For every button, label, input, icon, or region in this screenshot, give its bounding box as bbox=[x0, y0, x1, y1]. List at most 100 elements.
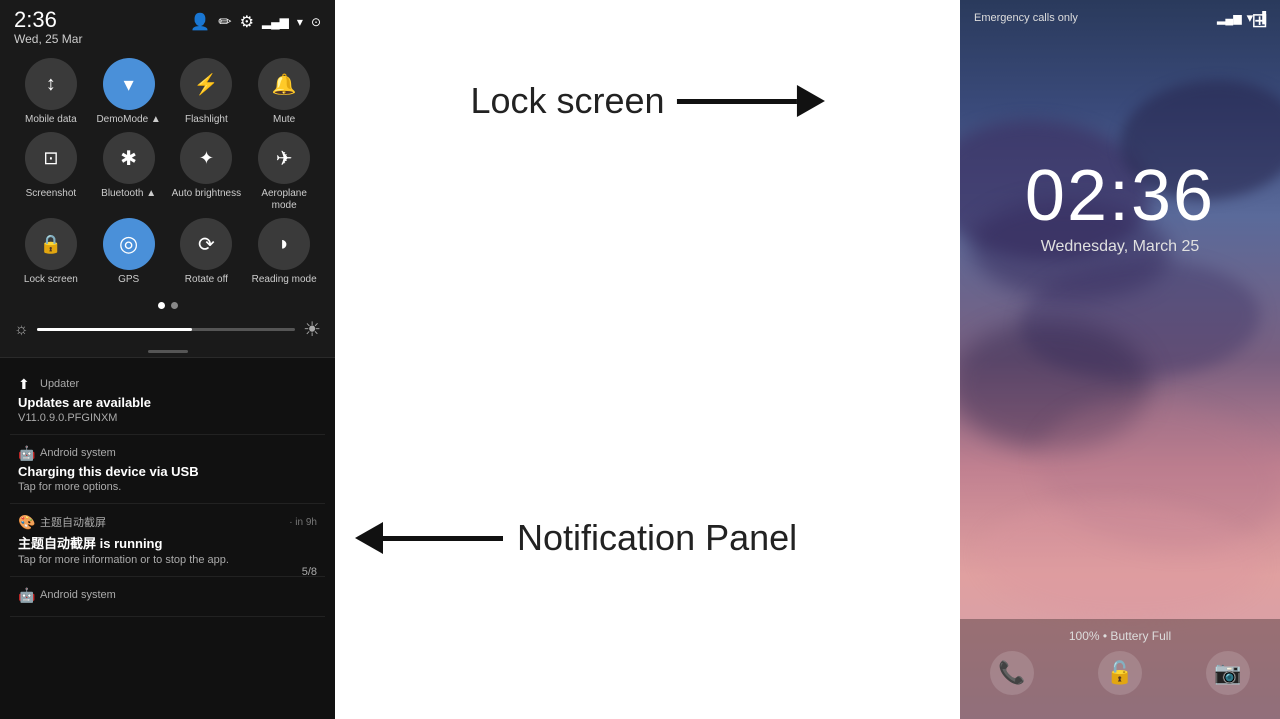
qs-tile-bluetooth[interactable]: ✱ Bluetooth ▲ bbox=[93, 132, 165, 212]
updater-app-name: Updater bbox=[40, 378, 79, 390]
qs-tile-screenshot[interactable]: ⊡ Screenshot bbox=[15, 132, 87, 212]
qs-row-2: ⊡ Screenshot ✱ Bluetooth ▲ ✦ Auto bright… bbox=[12, 132, 323, 212]
notification-updater[interactable]: ⬆ Updater Updates are available V11.0.9.… bbox=[10, 366, 325, 435]
brightness-track[interactable] bbox=[37, 328, 295, 331]
page-dot-1 bbox=[158, 302, 165, 309]
android-icon-1: 🤖 bbox=[18, 445, 34, 461]
qs-tile-mute[interactable]: 🔔 Mute bbox=[248, 58, 320, 126]
qs-tile-flashlight[interactable]: ⚡ Flashlight bbox=[170, 58, 242, 126]
flashlight-icon: ⚡ bbox=[180, 58, 232, 110]
qs-tile-mobile-data[interactable]: ↕ Mobile data bbox=[15, 58, 87, 126]
arrow-line-right bbox=[677, 99, 797, 104]
page-indicator bbox=[0, 302, 335, 309]
lock-screen-annotation-text: Lock screen bbox=[470, 80, 664, 122]
brightness-control[interactable]: ☼ ☀ bbox=[0, 317, 335, 342]
lock-battery-text: 100% • Buttery Full bbox=[1069, 629, 1171, 643]
rotate-icon: ⟳ bbox=[180, 218, 232, 270]
user-icon: 👤 bbox=[190, 12, 210, 32]
arrow-left bbox=[355, 522, 503, 554]
settings-icon: ⚙ bbox=[240, 12, 254, 32]
page-dot-2 bbox=[171, 302, 178, 309]
arrow-head-left bbox=[355, 522, 383, 554]
lock-screen-icon: 🔒 bbox=[25, 218, 77, 270]
status-bar: 2:36 Wed, 25 Mar 👤 ✏ ⚙ ▂▄▆ ▾ ⊙ bbox=[0, 0, 335, 48]
qs-tile-reading-mode[interactable]: ◗ Reading mode bbox=[248, 218, 320, 286]
signal-bars: ▂▄▆ bbox=[262, 15, 289, 29]
lock-unlock-button[interactable]: 🔓 bbox=[1098, 651, 1142, 695]
qs-label-gps: GPS bbox=[118, 274, 139, 286]
updater-body: V11.0.9.0.PFGINXM bbox=[18, 412, 317, 424]
qs-label-aeroplane: Aeroplane mode bbox=[248, 188, 320, 212]
diagram-panel: Lock screen Notification Panel bbox=[335, 0, 960, 719]
updater-title: Updates are available bbox=[18, 395, 317, 410]
drag-handle[interactable] bbox=[0, 350, 335, 353]
theme-icon: 🎨 bbox=[18, 514, 34, 530]
qs-label-mobile-data: Mobile data bbox=[25, 114, 77, 126]
lock-add-icon[interactable]: ⊞ bbox=[1251, 8, 1268, 33]
arrow-line-left bbox=[383, 536, 503, 541]
lock-signal-icon: ▂▄▆ bbox=[1217, 12, 1242, 25]
screenshot-icon: ⊡ bbox=[25, 132, 77, 184]
quick-settings: ↕ Mobile data ▾ DemoMode ▲ ⚡ Flashlight … bbox=[0, 48, 335, 298]
qs-tile-rotate-off[interactable]: ⟳ Rotate off bbox=[170, 218, 242, 286]
theme-time: · in 9h bbox=[289, 517, 317, 528]
qs-tile-auto-brightness[interactable]: ✦ Auto brightness bbox=[170, 132, 242, 212]
lock-status-bar: Emergency calls only ▂▄▆ ▾ ▐ bbox=[960, 0, 1280, 30]
notification-list: ⬆ Updater Updates are available V11.0.9.… bbox=[0, 357, 335, 719]
qs-row-3: 🔒 Lock screen ◎ GPS ⟳ Rotate off ◗ Readi… bbox=[12, 218, 323, 286]
lock-screen-panel: Emergency calls only ▂▄▆ ▾ ▐ ⊞ 02:36 Wed… bbox=[960, 0, 1280, 719]
lock-bottom-bar: 100% • Buttery Full 📞 🔓 📷 bbox=[960, 619, 1280, 719]
qs-tile-aeroplane[interactable]: ✈ Aeroplane mode bbox=[248, 132, 320, 212]
lock-camera-button[interactable]: 📷 bbox=[1206, 651, 1250, 695]
notification-panel-annotation: Notification Panel bbox=[355, 517, 797, 559]
qs-tile-demomode[interactable]: ▾ DemoMode ▲ bbox=[93, 58, 165, 126]
notification-counter: 5/8 bbox=[302, 566, 317, 578]
brightness-low-icon: ☼ bbox=[14, 321, 29, 339]
mute-icon: 🔔 bbox=[258, 58, 310, 110]
alarm-icon: ⊙ bbox=[311, 15, 321, 29]
theme-app-name: 主题自动截屏 bbox=[40, 514, 106, 530]
qs-label-demomode: DemoMode ▲ bbox=[96, 114, 160, 126]
notification-panel-annotation-text: Notification Panel bbox=[517, 517, 797, 559]
qs-label-mute: Mute bbox=[273, 114, 295, 126]
lock-phone-button[interactable]: 📞 bbox=[990, 651, 1034, 695]
android-app-name-1: Android system bbox=[40, 447, 116, 459]
qs-label-bluetooth: Bluetooth ▲ bbox=[101, 188, 156, 200]
demomode-icon: ▾ bbox=[103, 58, 155, 110]
arrow-right bbox=[677, 85, 825, 117]
qs-tile-gps[interactable]: ◎ GPS bbox=[93, 218, 165, 286]
notification-theme[interactable]: 🎨 主题自动截屏 · in 9h 主题自动截屏 is running Tap f… bbox=[10, 504, 325, 577]
usb-body: Tap for more options. bbox=[18, 481, 317, 493]
aeroplane-icon: ✈ bbox=[258, 132, 310, 184]
lock-screen-annotation: Lock screen bbox=[470, 80, 824, 122]
notification-panel: 2:36 Wed, 25 Mar 👤 ✏ ⚙ ▂▄▆ ▾ ⊙ ↕ Mobile … bbox=[0, 0, 335, 719]
qs-label-flashlight: Flashlight bbox=[185, 114, 228, 126]
lock-action-buttons: 📞 🔓 📷 bbox=[960, 651, 1280, 695]
notification-usb[interactable]: 🤖 Android system Charging this device vi… bbox=[10, 435, 325, 504]
qs-label-auto-brightness: Auto brightness bbox=[172, 188, 242, 200]
gps-icon: ◎ bbox=[103, 218, 155, 270]
android-app-name-2: Android system bbox=[40, 589, 116, 601]
lock-date: Wednesday, March 25 bbox=[960, 238, 1280, 256]
updater-icon: ⬆ bbox=[18, 376, 34, 392]
notification-android-2[interactable]: 🤖 Android system bbox=[10, 577, 325, 617]
theme-title: 主题自动截屏 is running bbox=[18, 533, 317, 552]
lock-emergency-text: Emergency calls only bbox=[974, 12, 1078, 24]
mobile-data-icon: ↕ bbox=[25, 58, 77, 110]
wifi-icon: ▾ bbox=[297, 15, 303, 29]
reading-mode-icon: ◗ bbox=[258, 218, 310, 270]
brightness-fill bbox=[37, 328, 192, 331]
auto-brightness-icon: ✦ bbox=[180, 132, 232, 184]
qs-label-lock-screen: Lock screen bbox=[24, 274, 78, 286]
status-time: 2:36 bbox=[14, 8, 82, 32]
drag-handle-bar bbox=[148, 350, 188, 353]
arrow-head-right bbox=[797, 85, 825, 117]
notif-header-android-2: 🤖 Android system bbox=[18, 587, 317, 603]
edit-icon: ✏ bbox=[218, 12, 231, 32]
status-icons: 👤 ✏ ⚙ ▂▄▆ ▾ ⊙ bbox=[190, 8, 321, 32]
lock-clock: 02:36 Wednesday, March 25 bbox=[960, 160, 1280, 256]
qs-row-1: ↕ Mobile data ▾ DemoMode ▲ ⚡ Flashlight … bbox=[12, 58, 323, 126]
qs-tile-lock-screen[interactable]: 🔒 Lock screen bbox=[15, 218, 87, 286]
qs-label-rotate-off: Rotate off bbox=[185, 274, 228, 286]
android-icon-2: 🤖 bbox=[18, 587, 34, 603]
